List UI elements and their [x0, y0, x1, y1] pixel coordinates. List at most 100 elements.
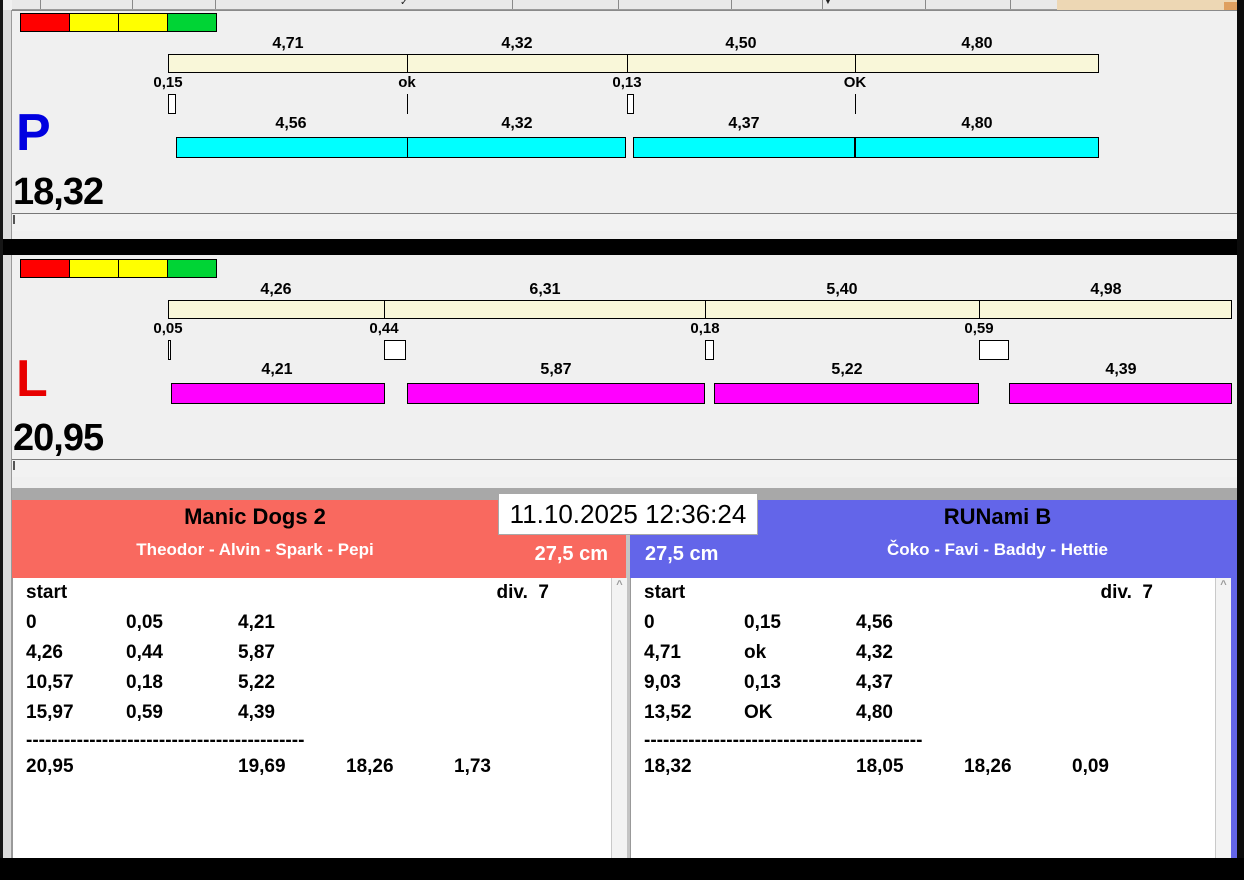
summary-total: 18,32: [644, 756, 744, 786]
check-icon[interactable]: ✓: [400, 0, 408, 8]
toolbar-separator: [731, 0, 732, 9]
results-table-left: startdiv. 700,054,214,260,445,8710,570,1…: [12, 578, 627, 858]
split-total-bar: [168, 300, 1232, 319]
team-dogs: Theodor - Alvin - Spark - Pepi: [12, 540, 498, 560]
changeover-box: [168, 340, 171, 360]
table-row: 4,260,445,87: [26, 642, 607, 672]
cell-value: 0,05: [126, 612, 238, 642]
results-table-right: startdiv. 700,154,564,71ok4,329,030,134,…: [630, 578, 1237, 858]
summary-value: 18,26: [346, 756, 454, 786]
cell-value: 10,57: [26, 672, 126, 702]
lane-status-strip: [12, 460, 1237, 477]
segment-time-label: 6,31: [529, 281, 560, 299]
split-bar-divider: [627, 55, 628, 72]
table-row: 10,570,185,22: [26, 672, 607, 702]
table-row: 15,970,594,39: [26, 702, 607, 732]
changeover-label: 0,44: [369, 320, 398, 337]
changeover-label: 0,05: [153, 320, 182, 337]
scrollbar[interactable]: ^: [611, 578, 627, 858]
status-square-green: [167, 259, 217, 278]
lane-separator: [3, 239, 1237, 255]
cell-value: 4,32: [856, 642, 964, 672]
segment-time-label: 4,71: [272, 35, 303, 53]
segment-time-label: 4,32: [501, 35, 532, 53]
changeover-tick: [855, 94, 856, 114]
run-bar-segment: [633, 137, 855, 158]
cell-value: 0,13: [744, 672, 856, 702]
split-bar-divider: [407, 55, 408, 72]
lane-letter: P: [16, 107, 51, 159]
jump-height: 27,5 cm: [535, 543, 608, 566]
run-bar-segment: [1009, 383, 1232, 404]
cell-value: 4,37: [856, 672, 964, 702]
changeover-tick: [407, 94, 408, 114]
cell-value: ok: [744, 642, 856, 672]
start-label: start: [644, 582, 744, 612]
team-name: RUNami B: [758, 504, 1237, 530]
changeover-label: 0,18: [690, 320, 719, 337]
cell-value: 4,80: [856, 702, 964, 732]
run-time-label: 4,56: [275, 115, 306, 133]
toolbar-strip[interactable]: ✓▼: [12, 0, 1057, 10]
table-summary-row: 20,9519,6918,261,73: [26, 756, 607, 786]
status-square-yellow2: [118, 259, 168, 278]
lane-panel-p: 4,710,154,564,32ok4,324,500,134,374,80OK…: [0, 11, 1244, 239]
table-dashed-divider: ----------------------------------------…: [644, 730, 922, 752]
dropdown-arrow-icon[interactable]: ▼: [824, 0, 832, 6]
status-square-yellow2: [118, 13, 168, 32]
table-row: 00,054,21: [26, 612, 607, 642]
changeover-label: 0,13: [612, 74, 641, 91]
lane-total-time: 18,32: [13, 171, 103, 214]
summary-total: 20,95: [26, 756, 126, 786]
status-square-red: [20, 259, 70, 278]
run-bar-segment: [407, 383, 705, 404]
cell-value: 4,21: [238, 612, 346, 642]
scrollbar[interactable]: ^: [1215, 578, 1231, 858]
status-square-green: [167, 13, 217, 32]
cell-value: 13,52: [644, 702, 744, 732]
segment-time-label: 4,80: [961, 35, 992, 53]
table-row: 00,154,56: [644, 612, 1211, 642]
summary-value: 18,05: [856, 756, 964, 786]
table-header-row: startdiv. 7: [26, 582, 607, 612]
changeover-box: [168, 94, 176, 114]
lane-status-strip: [12, 214, 1237, 231]
split-bar-divider: [855, 55, 856, 72]
split-bar-divider: [705, 301, 706, 318]
scroll-up-icon[interactable]: ^: [1216, 580, 1231, 591]
jump-height: 27,5 cm: [645, 543, 718, 566]
toolbar-separator: [40, 0, 41, 9]
split-bar-divider: [979, 301, 980, 318]
resize-tick: [13, 215, 15, 224]
run-time-label: 4,32: [501, 115, 532, 133]
table-row: 9,030,134,37: [644, 672, 1211, 702]
cell-value: 5,22: [238, 672, 346, 702]
changeover-label: OK: [844, 74, 867, 91]
cell-value: 0,44: [126, 642, 238, 672]
lane-total-time: 20,95: [13, 417, 103, 460]
cell-value: 5,87: [238, 642, 346, 672]
status-square-yellow: [69, 259, 119, 278]
resize-tick: [13, 461, 15, 470]
scroll-up-icon[interactable]: ^: [612, 580, 627, 591]
changeover-box: [627, 94, 634, 114]
status-square-red: [20, 13, 70, 32]
start-label: start: [26, 582, 126, 612]
cell-value: 0,59: [126, 702, 238, 732]
cell-value: 4,39: [238, 702, 346, 732]
table-row: 4,71ok4,32: [644, 642, 1211, 672]
changeover-label: ok: [398, 74, 416, 91]
empty-cell: [744, 756, 856, 786]
changeover-box: [705, 340, 714, 360]
run-time-label: 4,39: [1105, 361, 1136, 379]
changeover-box: [979, 340, 1009, 360]
cell-value: 0,15: [744, 612, 856, 642]
table-header-row: startdiv. 7: [644, 582, 1211, 612]
run-bar-segment: [855, 137, 1099, 158]
table-dashed-divider: ----------------------------------------…: [26, 730, 304, 752]
toolbar-separator: [512, 0, 513, 9]
run-time-label: 5,22: [831, 361, 862, 379]
split-total-bar: [168, 54, 1099, 73]
cell-value: 4,26: [26, 642, 126, 672]
segment-time-label: 4,26: [260, 281, 291, 299]
